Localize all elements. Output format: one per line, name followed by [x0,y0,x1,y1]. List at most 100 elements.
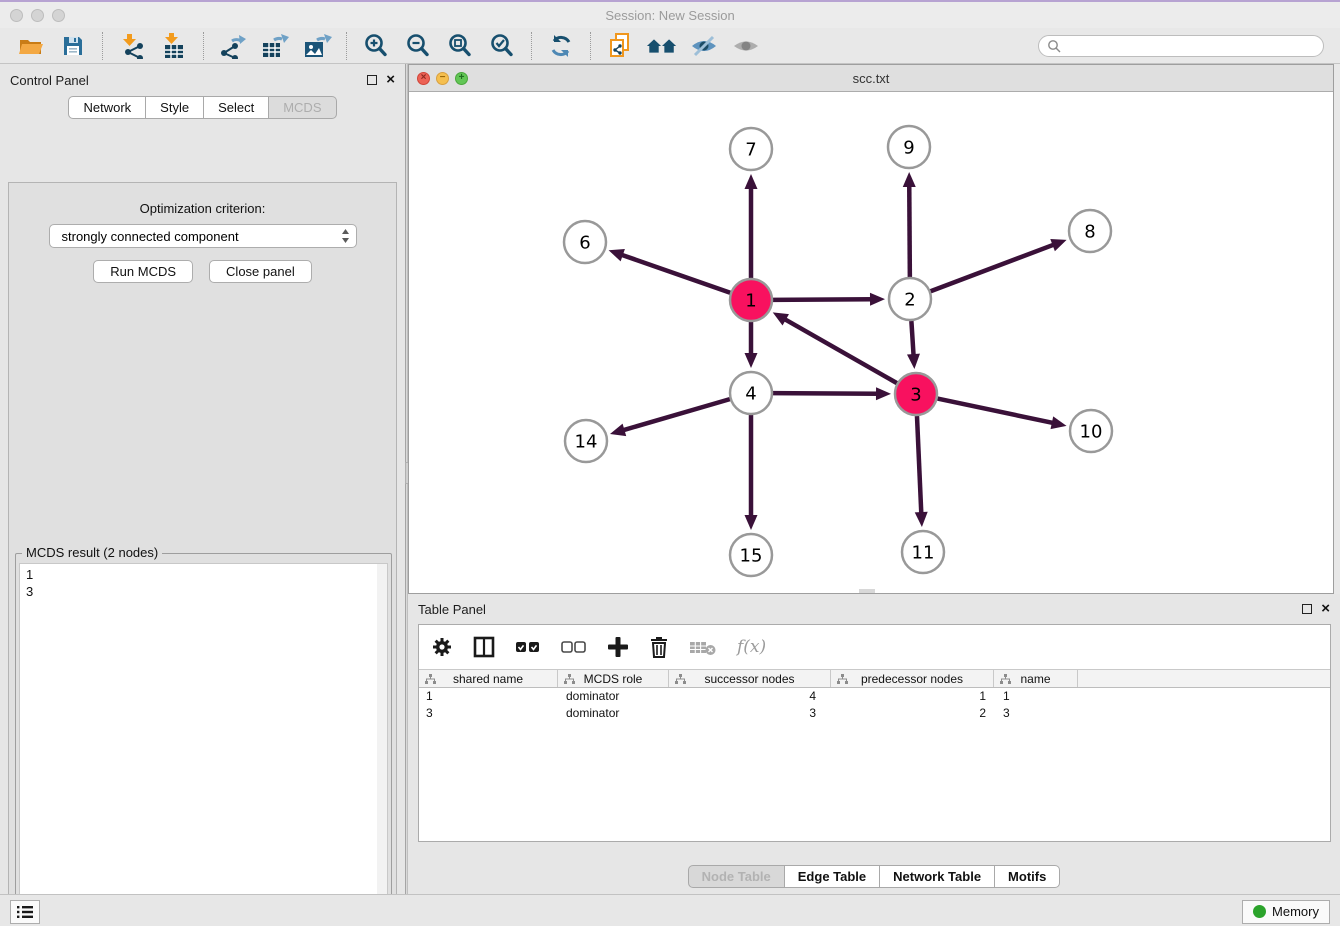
toolbar-separator [346,32,347,60]
column-type-icon [425,674,436,685]
table-cell[interactable]: dominator [558,688,669,705]
graph-edge-1-6[interactable] [620,254,730,293]
open-session-button[interactable] [15,31,47,61]
graph-edge-arrowhead [745,515,758,530]
hide-selected-button[interactable] [688,31,720,61]
graph-edge-3-1[interactable] [783,318,897,383]
table-settings-button[interactable] [431,636,453,658]
column-type-icon [837,674,848,685]
table-cell[interactable]: 1 [419,688,558,705]
graph-edge-3-10[interactable] [938,399,1055,424]
application-window: Session: New Session [0,0,1340,926]
import-table-button[interactable] [158,31,190,61]
show-all-button[interactable] [730,31,762,61]
refresh-button[interactable] [545,31,577,61]
close-table-panel-icon[interactable]: × [1321,604,1330,614]
column-header-predecessor-nodes[interactable]: predecessor nodes [831,670,994,687]
mcds-result-title: MCDS result (2 nodes) [22,545,162,560]
graph-node-label-14: 14 [575,432,598,453]
export-table-icon [260,33,290,59]
column-type-icon [675,674,686,685]
tab-edge-table[interactable]: Edge Table [785,865,880,888]
graph-edge-1-2[interactable] [773,299,873,300]
graph-edge-4-3[interactable] [773,393,879,394]
list-icon [17,905,33,919]
table-cell[interactable]: 1 [831,688,994,705]
float-table-panel-icon[interactable] [1302,604,1312,614]
zoom-out-button[interactable] [402,31,434,61]
graph-edge-arrowhead [745,353,758,368]
task-history-button[interactable] [10,900,40,924]
select-all-button[interactable] [515,640,541,654]
table-cell[interactable]: 2 [831,705,994,722]
table-cell[interactable]: dominator [558,705,669,722]
network-file-button[interactable] [604,31,636,61]
network-canvas[interactable]: 7968124314101511 [409,92,1333,593]
table-cell[interactable]: 4 [669,688,831,705]
graph-edge-3-11[interactable] [917,416,921,515]
export-image-icon [302,33,332,59]
result-scrollbar[interactable] [377,564,387,926]
delete-column-button[interactable] [649,635,669,659]
zoom-in-button[interactable] [360,31,392,61]
column-header-label: predecessor nodes [861,672,963,686]
gear-icon [431,636,453,658]
deselect-all-button[interactable] [561,640,587,654]
houses-icon [646,33,678,59]
tab-motifs[interactable]: Motifs [995,865,1060,888]
tab-select[interactable]: Select [204,96,269,119]
import-network-button[interactable] [116,31,148,61]
float-panel-icon[interactable] [367,75,377,85]
column-header-name[interactable]: name [994,670,1078,687]
delete-table-button [689,638,717,656]
table-row[interactable]: 3dominator323 [419,705,1330,722]
graph-node-label-9: 9 [903,138,914,159]
table-cell[interactable]: 3 [994,705,1078,722]
export-network-button[interactable] [217,31,249,61]
tab-network-table[interactable]: Network Table [880,865,995,888]
mcds-tab-content: Optimization criterion: strongly connect… [8,182,397,926]
mcds-result-textarea[interactable]: 13 [19,563,388,926]
table-row[interactable]: 1dominator411 [419,688,1330,705]
search-input[interactable] [1066,39,1315,53]
network-title: scc.txt [409,71,1333,86]
tab-network[interactable]: Network [68,96,146,119]
search-box[interactable] [1038,35,1324,57]
zoom-in-icon [363,33,389,59]
table-cell[interactable]: 1 [994,688,1078,705]
zoom-fit-button[interactable] [444,31,476,61]
titlebar: Session: New Session [0,2,1340,28]
column-header-successor-nodes[interactable]: successor nodes [669,670,831,687]
column-header-mcds-role[interactable]: MCDS role [558,670,669,687]
graph-edge-2-8[interactable] [931,244,1056,291]
export-image-button[interactable] [301,31,333,61]
memory-button[interactable]: Memory [1242,900,1330,924]
graph-edge-arrowhead [915,512,928,527]
run-mcds-button[interactable]: Run MCDS [93,260,193,283]
first-neighbors-button[interactable] [646,31,678,61]
network-window-resize-handle[interactable] [859,589,875,593]
show-column-panel-button[interactable] [473,636,495,658]
toolbar-separator [590,32,591,60]
zoom-selected-button[interactable] [486,31,518,61]
graph-edge-2-3[interactable] [911,321,913,357]
column-header-shared-name[interactable]: shared name [419,670,558,687]
optimization-criterion-select[interactable]: strongly connected component [49,224,357,248]
close-panel-icon[interactable]: × [386,75,395,85]
save-session-button[interactable] [57,31,89,61]
graph-edge-arrowhead [876,387,891,400]
tab-mcds[interactable]: MCDS [269,96,336,119]
import-table-icon [161,33,187,59]
plus-icon [607,636,629,658]
create-column-button[interactable] [607,636,629,658]
export-table-button[interactable] [259,31,291,61]
close-panel-button[interactable]: Close panel [209,260,312,283]
table-cell[interactable]: 3 [669,705,831,722]
graph-edge-4-14[interactable] [622,399,730,431]
zoom-fit-icon [447,33,473,59]
stepper-icon [341,228,350,244]
tab-style[interactable]: Style [146,96,204,119]
table-cell[interactable]: 3 [419,705,558,722]
graph-edge-2-9[interactable] [909,184,910,277]
tab-node-table[interactable]: Node Table [688,865,785,888]
